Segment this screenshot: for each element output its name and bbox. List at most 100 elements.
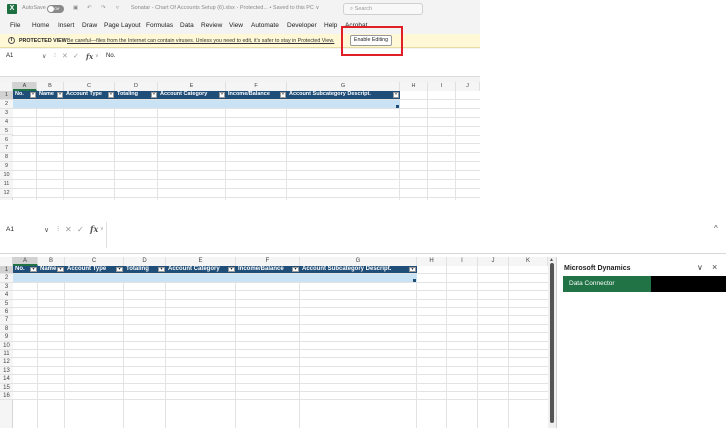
column-header-a[interactable]: A: [13, 257, 38, 266]
name-box[interactable]: A1: [6, 53, 13, 59]
column-header-g[interactable]: G: [287, 82, 400, 91]
table-row[interactable]: [13, 274, 417, 282]
data-connector-tab[interactable]: Data Connector: [563, 276, 651, 292]
search-box[interactable]: ⌕ Search: [343, 3, 423, 15]
chevron-down-icon[interactable]: ∨: [42, 53, 46, 60]
column-header-i[interactable]: I: [447, 257, 478, 266]
filter-dropdown-icon[interactable]: ▼: [409, 267, 416, 273]
row-header-6[interactable]: 6: [0, 308, 13, 317]
tab-formulas[interactable]: Formulas: [146, 22, 173, 29]
vertical-scrollbar[interactable]: ▲: [548, 257, 556, 428]
column-header-c[interactable]: C: [64, 82, 115, 91]
row-header-7[interactable]: 7: [0, 144, 13, 154]
filter-dropdown-icon[interactable]: ▼: [108, 92, 114, 98]
chevron-down-icon[interactable]: ∨: [44, 226, 49, 234]
protected-view-message[interactable]: Be careful—files from the Internet can c…: [67, 38, 334, 44]
row-header-11[interactable]: 11: [0, 180, 13, 189]
row-header-1[interactable]: 1: [0, 266, 13, 275]
formula-input[interactable]: [106, 222, 706, 248]
row-header-7[interactable]: 7: [0, 316, 13, 325]
column-header-e[interactable]: E: [166, 257, 236, 266]
filter-dropdown-icon[interactable]: ▼: [30, 92, 36, 98]
row-header-12[interactable]: 12: [0, 358, 13, 367]
row-header-8[interactable]: 8: [0, 153, 13, 163]
filter-dropdown-icon[interactable]: ▼: [280, 92, 286, 98]
column-header-g[interactable]: G: [300, 257, 417, 266]
tab-help[interactable]: Help: [324, 22, 337, 29]
column-header-b[interactable]: B: [37, 82, 64, 91]
row-header-13[interactable]: 13: [0, 366, 13, 376]
filter-dropdown-icon[interactable]: ▼: [219, 92, 225, 98]
table-header-cell[interactable]: Income/Balance: [236, 266, 300, 274]
filter-dropdown-icon[interactable]: ▼: [158, 267, 165, 273]
tab-insert[interactable]: Insert: [58, 22, 74, 29]
row-header-16[interactable]: 16: [0, 392, 13, 401]
qat-more-icon[interactable]: ▿: [116, 5, 119, 11]
row-header-2[interactable]: 2: [0, 99, 13, 109]
filter-dropdown-icon[interactable]: ▼: [151, 92, 157, 98]
tab-page-layout[interactable]: Page Layout: [104, 22, 141, 29]
column-header-c[interactable]: C: [65, 257, 124, 266]
column-header-i[interactable]: I: [428, 82, 456, 91]
enter-icon[interactable]: ✓: [73, 52, 79, 60]
filter-dropdown-icon[interactable]: ▼: [292, 267, 299, 273]
row-header-9[interactable]: 9: [0, 162, 13, 172]
filter-dropdown-icon[interactable]: ▼: [30, 267, 37, 273]
row-header-9[interactable]: 9: [0, 333, 13, 342]
insert-function-icon[interactable]: fx: [86, 52, 93, 61]
column-header-e[interactable]: E: [158, 82, 226, 91]
column-header-h[interactable]: H: [400, 82, 428, 91]
formula-input[interactable]: No.: [106, 53, 115, 59]
name-box[interactable]: A1: [6, 226, 14, 233]
column-header-d[interactable]: D: [124, 257, 166, 266]
redo-icon[interactable]: ↷: [101, 5, 106, 11]
filter-dropdown-icon[interactable]: ▼: [57, 267, 64, 273]
chevron-down-icon[interactable]: ∨: [697, 263, 703, 272]
row-header-6[interactable]: 6: [0, 135, 13, 145]
table-header-cell[interactable]: Account Category: [158, 91, 226, 99]
table-header-cell[interactable]: Account Subcategory Descript.: [300, 266, 417, 274]
insert-function-icon[interactable]: fx: [90, 224, 98, 234]
column-header-j[interactable]: J: [456, 82, 480, 91]
tab-review[interactable]: Review: [201, 22, 222, 29]
undo-icon[interactable]: ↶: [87, 5, 92, 11]
cancel-icon[interactable]: ✕: [62, 52, 68, 60]
row-header-2[interactable]: 2: [0, 274, 13, 283]
column-header-b[interactable]: B: [38, 257, 65, 266]
save-icon[interactable]: ▣: [73, 5, 78, 11]
expand-formula-bar-icon[interactable]: ^: [714, 224, 718, 233]
column-header-k[interactable]: K: [509, 257, 548, 266]
tab-automate[interactable]: Automate: [251, 22, 279, 29]
row-header-10[interactable]: 10: [0, 341, 13, 350]
tab-home[interactable]: Home: [32, 22, 49, 29]
worksheet-grid[interactable]: A B C D E F G H I J K 1 2 3 4 5 6 7 8 9 10 11 12 13 14 15 16 No. ▼ Na…: [0, 257, 548, 428]
cancel-icon[interactable]: ✕: [65, 225, 72, 234]
row-header-4[interactable]: 4: [0, 291, 13, 300]
row-header-10[interactable]: 10: [0, 171, 13, 180]
column-header-a[interactable]: A: [13, 82, 37, 91]
tab-draw[interactable]: Draw: [82, 22, 97, 29]
row-header-15[interactable]: 15: [0, 383, 13, 392]
resize-handle-icon[interactable]: [396, 104, 399, 108]
row-header-8[interactable]: 8: [0, 324, 13, 334]
row-header-1[interactable]: 1: [0, 91, 13, 100]
enter-icon[interactable]: ✓: [77, 225, 84, 234]
autosave-toggle[interactable]: Off: [47, 5, 64, 13]
row-header-12[interactable]: 12: [0, 188, 13, 198]
tab-data[interactable]: Data: [180, 22, 194, 29]
row-header-5[interactable]: 5: [0, 299, 13, 308]
worksheet-grid[interactable]: A B C D E F G H I J 1 2 3 4 5 6 7 8 9 10 11 12 No. ▼ Name ▼ Accoun…: [0, 82, 480, 200]
filter-dropdown-icon[interactable]: ▼: [57, 92, 63, 98]
tab-file[interactable]: File: [10, 22, 20, 29]
filter-dropdown-icon[interactable]: ▼: [116, 267, 123, 273]
table-header-cell[interactable]: Account Category: [166, 266, 236, 274]
row-header-4[interactable]: 4: [0, 117, 13, 127]
row-header-14[interactable]: 14: [0, 375, 13, 384]
filter-dropdown-icon[interactable]: ▼: [393, 92, 399, 98]
table-header-cell[interactable]: Income/Balance: [226, 91, 287, 99]
column-header-f[interactable]: F: [236, 257, 300, 266]
table-header-cell[interactable]: Account Subcategory Descript.: [287, 91, 400, 99]
tab-view[interactable]: View: [229, 22, 243, 29]
column-header-d[interactable]: D: [115, 82, 158, 91]
column-header-h[interactable]: H: [417, 257, 447, 266]
